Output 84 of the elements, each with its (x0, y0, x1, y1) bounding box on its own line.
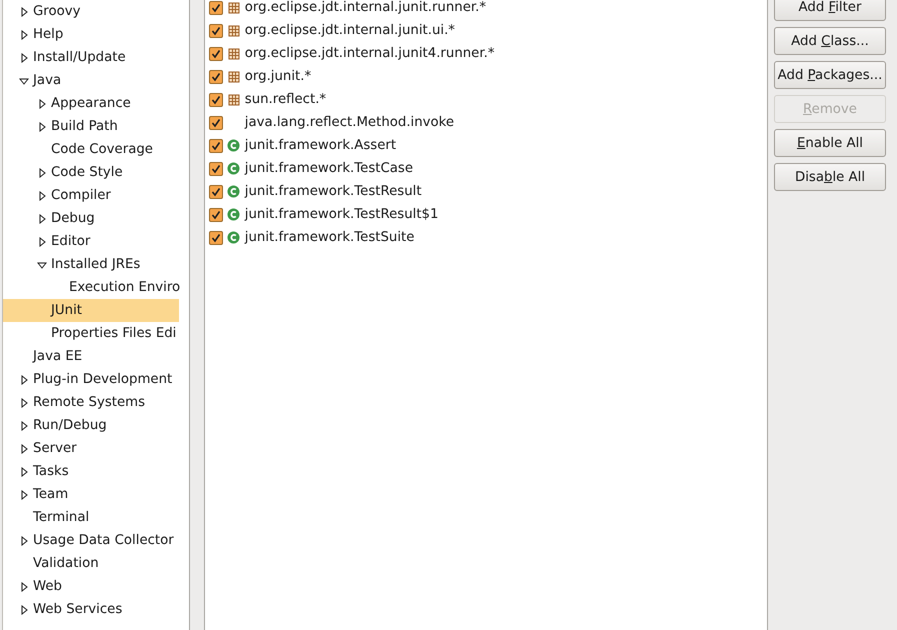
action-button[interactable]: Add Class... (774, 27, 886, 55)
filter-label: sun.reflect.* (244, 92, 326, 107)
collapsed-arrow-icon[interactable] (19, 604, 29, 614)
checkbox[interactable] (208, 24, 223, 38)
tree-item[interactable]: Run/Debug (3, 414, 179, 437)
checkbox[interactable] (208, 46, 223, 60)
package-icon (228, 94, 240, 106)
tree-item[interactable]: Web (3, 575, 179, 598)
collapsed-arrow-icon[interactable] (19, 466, 29, 476)
filter-label: org.junit.* (244, 69, 312, 84)
action-button[interactable]: Disable All (774, 163, 886, 191)
tree-item[interactable]: Properties Files Edi (3, 322, 179, 345)
collapsed-arrow-icon[interactable] (19, 398, 29, 408)
class-icon (227, 185, 240, 198)
class-icon (227, 208, 240, 221)
package-icon (228, 70, 240, 82)
package-icon (228, 24, 240, 36)
tree-item[interactable]: Build Path (3, 115, 179, 138)
checkbox[interactable] (208, 162, 223, 176)
filter-label: junit.framework.TestCase (244, 161, 414, 176)
tree-item[interactable]: Editor (3, 230, 179, 253)
expanded-arrow-icon[interactable] (19, 76, 29, 86)
class-icon (227, 139, 240, 152)
class-icon (227, 231, 240, 244)
tree-item[interactable]: Appearance (3, 92, 179, 115)
tree-item[interactable]: Groovy (3, 0, 179, 23)
tree-item[interactable]: Web Services (3, 598, 179, 621)
checkbox[interactable] (208, 208, 223, 222)
tree-item[interactable]: Remote Systems (3, 391, 179, 414)
filter-label: org.eclipse.jdt.internal.junit.runner.* (244, 0, 486, 15)
action-button[interactable]: Add Filter (774, 0, 886, 21)
filter-label: junit.framework.Assert (244, 138, 396, 153)
tree-item[interactable]: Java EE (3, 345, 179, 368)
collapsed-arrow-icon[interactable] (19, 52, 29, 62)
collapsed-arrow-icon[interactable] (19, 582, 29, 592)
checkbox[interactable] (208, 184, 223, 198)
tree-item[interactable]: Compiler (3, 184, 179, 207)
class-icon (227, 162, 240, 175)
tree-item[interactable]: Code Coverage (3, 138, 179, 161)
filter-label: org.eclipse.jdt.internal.junit.ui.* (244, 23, 455, 38)
checkbox[interactable] (208, 116, 223, 130)
collapsed-arrow-icon[interactable] (37, 190, 47, 200)
tree-item[interactable]: Help (3, 23, 179, 46)
collapsed-arrow-icon[interactable] (37, 98, 47, 108)
tree-item[interactable]: Plug-in Development (3, 368, 179, 391)
tree-item[interactable]: Server (3, 437, 179, 460)
tree-item[interactable]: Validation (3, 552, 179, 575)
collapsed-arrow-icon[interactable] (37, 214, 47, 224)
collapsed-arrow-icon[interactable] (19, 490, 29, 500)
tree-item[interactable]: Usage Data Collector (3, 529, 179, 552)
tree-item[interactable]: Java (3, 69, 179, 92)
expanded-arrow-icon[interactable] (37, 260, 47, 270)
collapsed-arrow-icon[interactable] (19, 374, 29, 384)
checkbox[interactable] (208, 230, 223, 244)
tree-item[interactable]: Debug (3, 207, 179, 230)
checkbox[interactable] (208, 0, 223, 14)
tree-item[interactable]: Execution Enviro (3, 276, 179, 299)
tree-item[interactable]: Install/Update (3, 46, 179, 69)
package-icon (228, 2, 240, 14)
filter-label: junit.framework.TestResult$1 (244, 207, 438, 222)
collapsed-arrow-icon[interactable] (19, 6, 29, 16)
tree-item[interactable]: Code Style (3, 161, 179, 184)
filter-label: org.eclipse.jdt.internal.junit4.runner.* (244, 46, 494, 61)
action-button[interactable]: Add Packages... (774, 61, 886, 89)
filter-label: junit.framework.TestResult (244, 184, 422, 199)
collapsed-arrow-icon[interactable] (19, 420, 29, 430)
tree-item[interactable]: JUnit (3, 299, 179, 322)
collapsed-arrow-icon[interactable] (19, 444, 29, 454)
collapsed-arrow-icon[interactable] (37, 168, 47, 178)
tree-item[interactable]: Installed JREs (3, 253, 179, 276)
action-button[interactable]: Enable All (774, 129, 886, 157)
tree-item[interactable]: Terminal (3, 506, 179, 529)
tree-item[interactable]: Team (3, 483, 179, 506)
tree-item[interactable]: Tasks (3, 460, 179, 483)
collapsed-arrow-icon[interactable] (19, 30, 29, 40)
collapsed-arrow-icon[interactable] (37, 236, 47, 246)
checkbox[interactable] (208, 138, 223, 152)
filter-label: junit.framework.TestSuite (244, 230, 414, 245)
checkbox[interactable] (208, 92, 223, 106)
package-icon (228, 48, 240, 60)
collapsed-arrow-icon[interactable] (19, 536, 29, 546)
collapsed-arrow-icon[interactable] (37, 122, 47, 132)
checkbox[interactable] (208, 70, 223, 84)
filter-label: java.lang.reflect.Method.invoke (244, 115, 454, 130)
